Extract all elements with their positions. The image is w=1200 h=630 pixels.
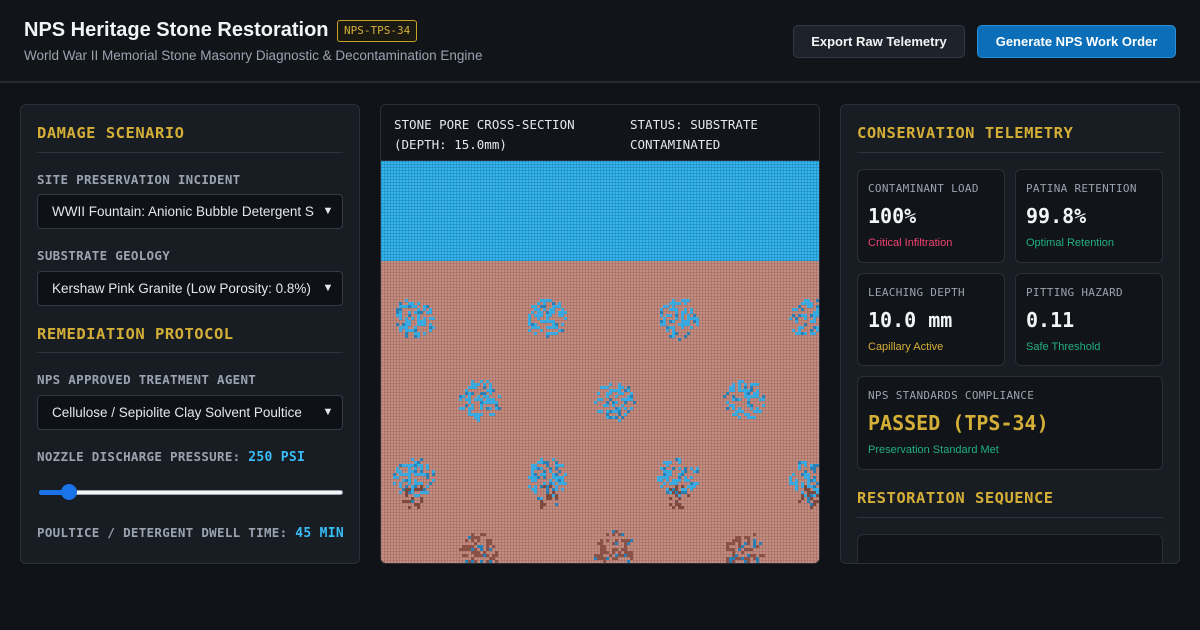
leaching-depth-card: LEACHING DEPTH 10.0 mm Capillary Active xyxy=(857,273,1005,366)
card-label: LEACHING DEPTH xyxy=(868,286,965,299)
dwell-label: POULTICE / DETERGENT DWELL TIME: 45 MIN xyxy=(37,525,344,541)
patina-retention-card: PATINA RETENTION 99.8% Optimal Retention xyxy=(1015,169,1163,263)
standard-badge: NPS-TPS-34 xyxy=(337,20,418,42)
cross-section-depth: (DEPTH: 15.0mm) xyxy=(394,137,507,152)
pore-cross-section-canvas xyxy=(381,161,819,563)
generate-work-order-button[interactable]: Generate NPS Work Order xyxy=(977,25,1176,58)
app-header: NPS Heritage Stone Restoration NPS-TPS-3… xyxy=(0,0,1200,83)
sequence-step-card xyxy=(857,534,1163,563)
water-layer xyxy=(381,161,819,261)
slider-thumb[interactable] xyxy=(61,484,78,500)
telemetry-heading: CONSERVATION TELEMETRY xyxy=(857,124,1074,142)
app-title: NPS Heritage Stone Restoration xyxy=(24,19,329,41)
app-subtitle: World War II Memorial Stone Masonry Diag… xyxy=(24,48,483,63)
card-value: 100% xyxy=(868,204,917,228)
card-value: 99.8% xyxy=(1026,204,1087,228)
geology-select[interactable]: Kershaw Pink Granite (Low Porosity: 0.8%… xyxy=(37,271,343,306)
card-status: Preservation Standard Met xyxy=(868,444,999,456)
cross-section-header: STONE PORE CROSS-SECTION (DEPTH: 15.0mm) … xyxy=(381,105,819,161)
pore-cross-section-panel: STONE PORE CROSS-SECTION (DEPTH: 15.0mm) … xyxy=(380,104,820,564)
card-label: PATINA RETENTION xyxy=(1026,182,1137,195)
treatment-agent-select[interactable]: Cellulose / Sepiolite Clay Solvent Poult… xyxy=(37,395,343,430)
remediation-protocol-heading: REMEDIATION PROTOCOL xyxy=(37,325,234,343)
contaminant-load-card: CONTAMINANT LOAD 100% Critical Infiltrat… xyxy=(857,169,1005,263)
geology-select-value: Kershaw Pink Granite (Low Porosity: 0.8%… xyxy=(52,281,311,296)
agent-label: NPS APPROVED TREATMENT AGENT xyxy=(37,372,257,387)
chevron-down-icon: ▼ xyxy=(322,205,334,217)
geology-label: SUBSTRATE GEOLOGY xyxy=(37,248,171,263)
incident-label: SITE PRESERVATION INCIDENT xyxy=(37,172,241,187)
pitting-hazard-card: PITTING HAZARD 0.11 Safe Threshold xyxy=(1015,273,1163,366)
cross-section-title-line1: STONE PORE CROSS-SECTION xyxy=(394,117,575,132)
pressure-value: 250 PSI xyxy=(248,450,306,465)
nps-compliance-card: NPS STANDARDS COMPLIANCE PASSED (TPS-34)… xyxy=(857,376,1163,470)
divider xyxy=(857,517,1163,518)
card-status: Capillary Active xyxy=(868,341,944,353)
card-label: NPS STANDARDS COMPLIANCE xyxy=(868,389,1035,402)
divider xyxy=(37,352,343,353)
card-value: 10.0 mm xyxy=(868,308,953,332)
dwell-value: 45 MIN xyxy=(295,526,345,541)
card-label: CONTAMINANT LOAD xyxy=(868,182,979,195)
substrate-status-line1: STATUS: SUBSTRATE xyxy=(630,117,758,132)
chevron-down-icon: ▼ xyxy=(322,406,334,418)
substrate-status: STATUS: SUBSTRATE CONTAMINATED xyxy=(630,115,758,155)
pressure-label-text: NOZZLE DISCHARGE PRESSURE: xyxy=(37,449,241,464)
compliance-value: PASSED (TPS-34) xyxy=(868,411,1049,435)
export-telemetry-button[interactable]: Export Raw Telemetry xyxy=(793,25,965,58)
incident-select[interactable]: WWII Fountain: Anionic Bubble Detergent … xyxy=(37,194,343,229)
slider-track xyxy=(39,490,343,495)
conservation-telemetry-panel: CONSERVATION TELEMETRY CONTAMINANT LOAD … xyxy=(840,104,1180,564)
restoration-sequence-heading: RESTORATION SEQUENCE xyxy=(857,489,1054,507)
divider xyxy=(857,152,1163,153)
damage-scenario-panel: DAMAGE SCENARIO SITE PRESERVATION INCIDE… xyxy=(20,104,360,564)
cross-section-title: STONE PORE CROSS-SECTION (DEPTH: 15.0mm) xyxy=(394,115,575,155)
damage-scenario-heading: DAMAGE SCENARIO xyxy=(37,124,185,142)
chevron-down-icon: ▼ xyxy=(322,282,334,294)
card-status: Safe Threshold xyxy=(1026,341,1101,353)
pressure-slider[interactable] xyxy=(39,484,343,500)
card-status: Critical Infiltration xyxy=(868,237,953,249)
substrate-status-line2: CONTAMINATED xyxy=(630,137,721,152)
card-value: 0.11 xyxy=(1026,308,1075,332)
treatment-agent-value: Cellulose / Sepiolite Clay Solvent Poult… xyxy=(52,405,302,420)
dwell-label-text: POULTICE / DETERGENT DWELL TIME: xyxy=(37,525,288,540)
pressure-label: NOZZLE DISCHARGE PRESSURE: 250 PSI xyxy=(37,449,305,465)
divider xyxy=(37,152,343,153)
incident-select-value: WWII Fountain: Anionic Bubble Detergent … xyxy=(52,204,314,219)
card-label: PITTING HAZARD xyxy=(1026,286,1123,299)
card-status: Optimal Retention xyxy=(1026,237,1115,249)
